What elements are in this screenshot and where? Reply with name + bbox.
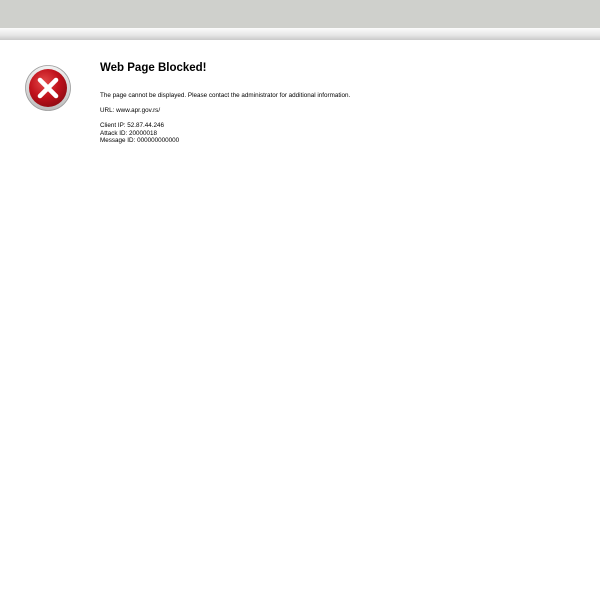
page-title: Web Page Blocked!: [100, 62, 207, 74]
top-banner-shadow: [0, 28, 600, 40]
request-details: Client IP: 52.87.44.246 Attack ID: 20000…: [100, 122, 580, 145]
attack-id: Attack ID: 20000018: [100, 129, 158, 137]
blocked-message: The page cannot be displayed. Please con…: [100, 92, 351, 99]
blocked-page-content: Web Page Blocked! The page cannot be dis…: [100, 61, 580, 145]
blocked-error-icon: [24, 64, 72, 112]
blocked-url: URL: www.apr.gov.rs/: [100, 107, 161, 114]
client-ip: Client IP: 52.87.44.246: [100, 122, 165, 129]
message-id: Message ID: 000000000000: [100, 137, 180, 145]
top-banner-bar: [0, 0, 600, 28]
